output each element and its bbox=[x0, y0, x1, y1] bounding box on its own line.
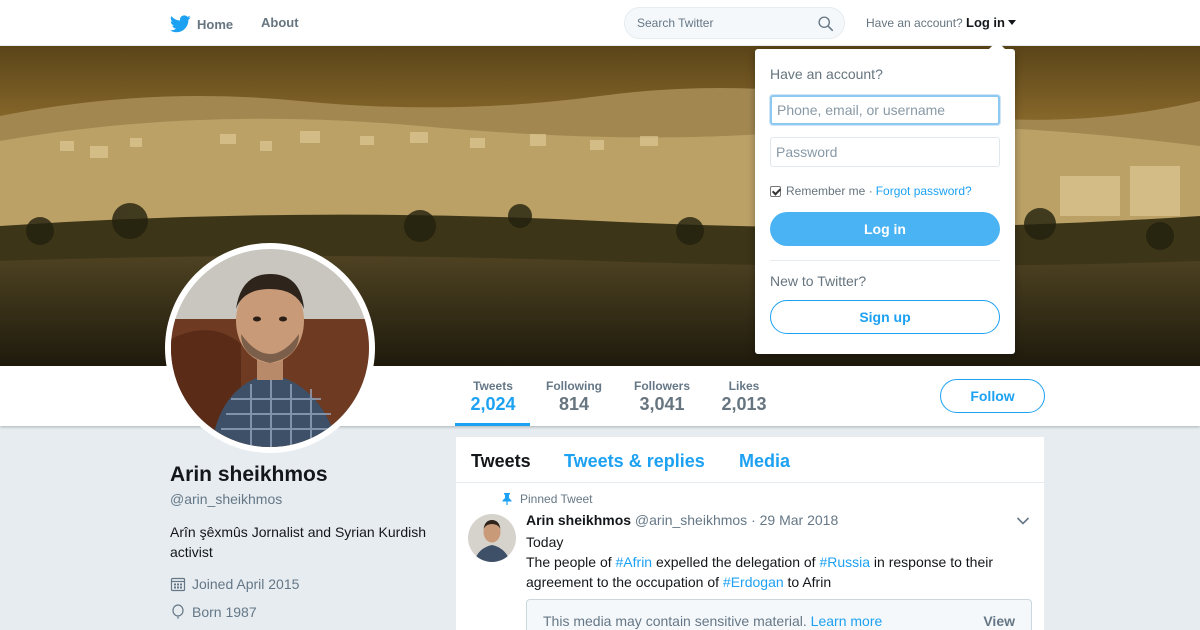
tweet-text-part: to Afrin bbox=[783, 574, 832, 590]
timeline: Tweets Tweets & replies Media Pinned Twe… bbox=[456, 437, 1044, 630]
learn-more-link[interactable]: Learn more bbox=[811, 613, 883, 629]
birth-date: Born 1987 bbox=[170, 604, 257, 620]
tweet-author-handle[interactable]: @arin_sheikhmos bbox=[635, 512, 747, 528]
profile-name: Arin sheikhmos bbox=[170, 463, 328, 486]
tab-tweets[interactable]: Tweets bbox=[471, 451, 531, 472]
search-input[interactable]: Search Twitter bbox=[624, 7, 845, 39]
pinned-label: Pinned Tweet bbox=[502, 492, 593, 506]
profile-avatar[interactable] bbox=[165, 243, 375, 453]
hashtag-link[interactable]: #Erdogan bbox=[723, 574, 784, 590]
tweet-author-name[interactable]: Arin sheikhmos bbox=[526, 512, 631, 528]
login-dropdown-toggle[interactable]: Log in bbox=[966, 15, 1016, 30]
hashtag-link[interactable]: #Russia bbox=[819, 554, 870, 570]
follow-button[interactable]: Follow bbox=[940, 379, 1045, 413]
username-input[interactable] bbox=[770, 95, 1000, 125]
stat-followers[interactable]: Followers 3,041 bbox=[633, 379, 691, 415]
profile-handle[interactable]: @arin_sheikhmos bbox=[170, 491, 282, 507]
login-dropdown: Have an account? Remember me · Forgot pa… bbox=[755, 41, 1015, 354]
media-warning-text: This media may contain sensitive materia… bbox=[543, 613, 882, 629]
stat-value: 2,024 bbox=[470, 394, 516, 414]
stat-value: 3,041 bbox=[639, 394, 685, 414]
tweet-text-line: Today bbox=[526, 534, 564, 550]
stat-label: Following bbox=[546, 379, 602, 393]
joined-date: Joined April 2015 bbox=[170, 576, 299, 592]
login-button[interactable]: Log in bbox=[770, 212, 1000, 246]
stat-value: 2,013 bbox=[721, 394, 767, 414]
nav-home-link[interactable]: Home bbox=[170, 15, 233, 33]
search-placeholder: Search Twitter bbox=[637, 16, 714, 30]
tab-tweets-replies[interactable]: Tweets & replies bbox=[564, 451, 705, 472]
new-to-twitter-text: New to Twitter? bbox=[770, 273, 867, 289]
nav-home-label: Home bbox=[197, 16, 234, 32]
pinned-text: Pinned Tweet bbox=[520, 492, 593, 506]
tweet-text-part: The people of bbox=[526, 554, 616, 570]
password-input[interactable] bbox=[770, 137, 1000, 167]
timeline-tabs: Tweets Tweets & replies Media bbox=[456, 437, 1044, 483]
tab-media[interactable]: Media bbox=[739, 451, 790, 472]
have-account-text: Have an account? bbox=[866, 16, 963, 30]
view-media-button[interactable]: View bbox=[983, 613, 1015, 629]
stat-label: Tweets bbox=[473, 379, 513, 393]
pin-icon bbox=[502, 493, 512, 505]
stat-tweets[interactable]: Tweets 2,024 bbox=[470, 379, 516, 415]
nav-about-label: About bbox=[261, 15, 299, 30]
remember-me-checkbox[interactable] bbox=[770, 185, 781, 197]
login-link-label: Log in bbox=[966, 15, 1005, 30]
tweet-date[interactable]: · 29 Mar 2018 bbox=[751, 512, 838, 528]
remember-me-row: Remember me · Forgot password? bbox=[770, 184, 972, 198]
tweet-text-part: expelled the delegation of bbox=[652, 554, 820, 570]
stat-label: Likes bbox=[728, 379, 760, 393]
hashtag-link[interactable]: #Afrin bbox=[616, 554, 653, 570]
balloon-icon bbox=[172, 604, 184, 619]
dropdown-arrow bbox=[989, 41, 1005, 49]
twitter-bird-icon bbox=[170, 15, 191, 33]
calendar-icon bbox=[170, 577, 186, 592]
active-tab-indicator bbox=[455, 423, 530, 426]
born-text: Born 1987 bbox=[192, 604, 257, 620]
forgot-password-link[interactable]: Forgot password? bbox=[876, 184, 972, 198]
chevron-down-icon[interactable] bbox=[1016, 516, 1030, 526]
search-icon[interactable] bbox=[817, 15, 834, 32]
sensitive-media-warning: This media may contain sensitive materia… bbox=[526, 599, 1032, 630]
joined-text: Joined April 2015 bbox=[192, 576, 300, 592]
top-nav: Home About Search Twitter Have an accoun… bbox=[0, 0, 1200, 46]
stat-likes[interactable]: Likes 2,013 bbox=[721, 379, 767, 415]
nav-about-link[interactable]: About bbox=[261, 15, 299, 30]
tweet-header: Arin sheikhmos @arin_sheikhmos · 29 Mar … bbox=[526, 512, 838, 528]
pinned-tweet[interactable]: Pinned Tweet Arin sheikhmos @arin_sheikh… bbox=[456, 484, 1044, 630]
tweet-text-body: The people of #Afrin expelled the delega… bbox=[526, 552, 1016, 592]
stat-following[interactable]: Following 814 bbox=[545, 379, 603, 415]
caret-down-icon bbox=[1008, 20, 1016, 25]
stat-value: 814 bbox=[558, 394, 590, 414]
tweet-text: Today The people of #Afrin expelled the … bbox=[526, 532, 1016, 592]
login-dropdown-title: Have an account? bbox=[770, 66, 883, 82]
signup-button[interactable]: Sign up bbox=[770, 300, 1000, 334]
stat-label: Followers bbox=[633, 379, 690, 393]
media-warning-label: This media may contain sensitive materia… bbox=[543, 613, 807, 629]
profile-bio: Arîn şêxmûs Jornalist and Syrian Kurdish… bbox=[170, 524, 426, 560]
dropdown-divider bbox=[770, 260, 1000, 261]
tweet-avatar[interactable] bbox=[468, 514, 516, 562]
avatar-image bbox=[171, 249, 369, 447]
remember-me-label[interactable]: Remember me · bbox=[786, 184, 873, 198]
